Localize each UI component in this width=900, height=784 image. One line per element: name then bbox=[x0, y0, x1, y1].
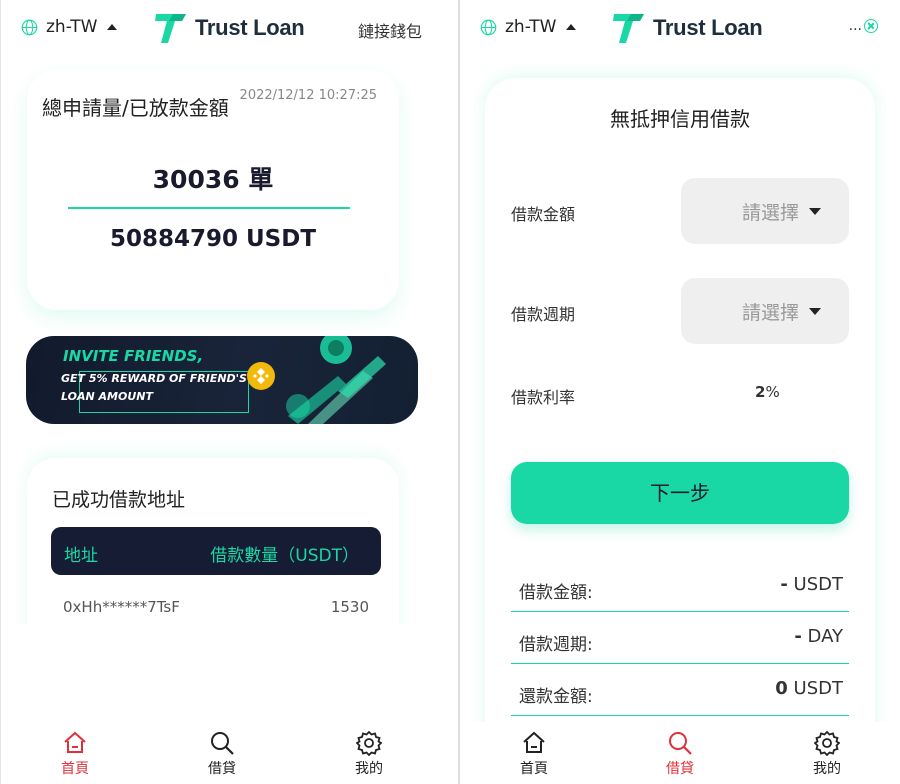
search-icon bbox=[211, 732, 234, 755]
gear-icon bbox=[356, 730, 382, 756]
nav-loan-label: 借貸 bbox=[208, 761, 236, 777]
language-label: zh-TW bbox=[505, 17, 557, 37]
column-amount: 借款數量（USDT） bbox=[210, 546, 359, 566]
language-selector[interactable]: zh-TW bbox=[480, 17, 577, 37]
summary-row-amount: 借款金額: - USDT bbox=[511, 560, 849, 612]
home-screen: zh-TW Trust Loan 鏈接錢包 總申請量/已放款金額 2022/12… bbox=[0, 0, 458, 784]
disconnect-button[interactable]: ... bbox=[849, 18, 878, 34]
summary-row-repayment: 還款金額: 0 USDT bbox=[511, 664, 849, 716]
caret-down-icon bbox=[809, 307, 821, 315]
brand-logo: Trust Loan bbox=[153, 10, 305, 46]
success-list-card: 已成功借款地址 地址 借款數量（USDT） 0xHh******7TsF 153… bbox=[27, 458, 399, 648]
brand-name: Trust Loan bbox=[195, 15, 305, 40]
caret-up-icon bbox=[566, 24, 577, 30]
loan-amount-total: 50884790 USDT bbox=[109, 226, 317, 252]
application-count: 30036 單 bbox=[152, 165, 274, 194]
top-header: zh-TW Trust Loan 鏈接錢包 bbox=[1, 0, 458, 56]
row-amount: 1530 bbox=[330, 598, 369, 616]
search-icon bbox=[669, 732, 692, 755]
home-icon bbox=[64, 731, 86, 753]
next-step-button[interactable]: 下一步 bbox=[511, 462, 849, 524]
summary-number: 0 bbox=[775, 678, 788, 699]
language-label: zh-TW bbox=[46, 17, 98, 37]
brand-name: Trust Loan bbox=[653, 15, 763, 40]
summary-value: - DAY bbox=[794, 626, 843, 647]
list-clip bbox=[1, 624, 458, 724]
home-icon bbox=[523, 731, 545, 753]
brand-logo: Trust Loan bbox=[611, 10, 763, 46]
summary-row-period: 借款週期: - DAY bbox=[511, 612, 849, 664]
loan-form-title: 無抵押信用借款 bbox=[610, 107, 750, 131]
banner-title: INVITE FRIENDS, bbox=[63, 347, 204, 365]
banner-line-1: GET 5% REWARD OF FRIEND'S bbox=[61, 372, 247, 385]
caret-up-icon bbox=[107, 24, 118, 30]
rate-number: 2 bbox=[755, 383, 766, 401]
top-header: zh-TW Trust Loan ... bbox=[460, 0, 900, 56]
nav-home[interactable]: 首頁 bbox=[45, 726, 105, 778]
summary-label: 借款週期: bbox=[519, 635, 593, 655]
loan-screen: zh-TW Trust Loan ... 無抵押信用借款 借款金額 請選擇 借款… bbox=[459, 0, 900, 784]
banner-art bbox=[286, 336, 386, 424]
language-selector[interactable]: zh-TW bbox=[21, 17, 118, 37]
rate-unit: % bbox=[765, 383, 780, 401]
connect-wallet-button[interactable]: 鏈接錢包 bbox=[358, 18, 422, 42]
bottom-nav: 首頁 借貸 我的 bbox=[1, 722, 458, 784]
nav-mine-label: 我的 bbox=[355, 761, 383, 777]
summary-unit: USDT bbox=[787, 574, 843, 595]
success-table-header: 地址 借款數量（USDT） bbox=[51, 527, 381, 575]
nav-loan-label: 借貸 bbox=[666, 761, 694, 777]
logo-icon bbox=[155, 14, 186, 43]
stats-timestamp: 2022/12/12 10:27:25 bbox=[239, 88, 377, 103]
amount-label: 借款金額 bbox=[511, 205, 576, 224]
loan-form-card: 無抵押信用借款 借款金額 請選擇 借款週期 請選擇 借款利率 2% 下一步 借款… bbox=[485, 78, 875, 778]
nav-mine[interactable]: 我的 bbox=[339, 726, 399, 778]
period-select[interactable]: 請選擇 bbox=[681, 278, 849, 344]
rate-value: 2% bbox=[755, 383, 780, 401]
summary-value: 0 USDT bbox=[775, 678, 843, 699]
caret-down-icon bbox=[809, 207, 821, 215]
success-list-title: 已成功借款地址 bbox=[52, 489, 186, 511]
close-circle-icon bbox=[864, 19, 878, 33]
stats-title: 總申請量/已放款金額 bbox=[42, 96, 229, 120]
column-address: 地址 bbox=[64, 546, 98, 566]
nav-home-label: 首頁 bbox=[61, 761, 89, 777]
invite-banner[interactable]: INVITE FRIENDS, GET 5% REWARD OF FRIEND'… bbox=[26, 336, 418, 424]
summary-label: 借款金額: bbox=[519, 583, 593, 603]
amount-select-value: 請選擇 bbox=[741, 201, 799, 224]
summary-number: - bbox=[794, 626, 802, 647]
rate-label: 借款利率 bbox=[511, 388, 576, 407]
stats-card: 總申請量/已放款金額 2022/12/12 10:27:25 30036 單 5… bbox=[27, 70, 399, 310]
summary-label: 還款金額: bbox=[519, 687, 593, 707]
nav-loan[interactable]: 借貸 bbox=[650, 726, 710, 778]
globe-icon bbox=[21, 19, 38, 35]
summary-unit: USDT bbox=[787, 678, 843, 699]
nav-mine[interactable]: 我的 bbox=[797, 726, 857, 778]
summary-value: - USDT bbox=[780, 574, 843, 595]
amount-select[interactable]: 請選擇 bbox=[681, 178, 849, 244]
banner-line-2: LOAN AMOUNT bbox=[61, 390, 153, 403]
nav-home[interactable]: 首頁 bbox=[504, 726, 564, 778]
nav-loan[interactable]: 借貸 bbox=[192, 726, 252, 778]
logo-icon bbox=[613, 14, 644, 43]
period-select-value: 請選擇 bbox=[741, 301, 799, 324]
nav-mine-label: 我的 bbox=[813, 761, 841, 777]
more-text: ... bbox=[848, 18, 862, 34]
period-label: 借款週期 bbox=[511, 305, 576, 324]
row-address: 0xHh******7TsF bbox=[63, 598, 180, 616]
gear-icon bbox=[814, 730, 840, 756]
summary-number: - bbox=[780, 574, 788, 595]
bottom-nav: 首頁 借貸 我的 bbox=[460, 722, 900, 784]
globe-icon bbox=[480, 19, 497, 35]
stats-divider bbox=[68, 207, 350, 209]
nav-home-label: 首頁 bbox=[520, 761, 548, 777]
summary-unit: DAY bbox=[801, 626, 843, 647]
